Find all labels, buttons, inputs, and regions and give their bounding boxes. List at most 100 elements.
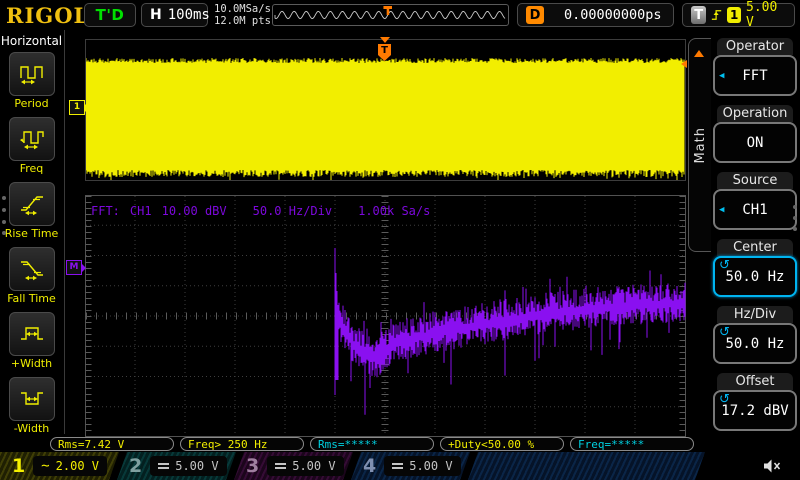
rising-edge-icon — [711, 7, 722, 23]
rigol-logo: RIGOL — [6, 3, 89, 28]
channel-1-block[interactable]: 1 ∼ 2.00 V — [0, 452, 119, 480]
dc-coupling-icon — [392, 463, 403, 469]
left-menu-item-rise-time[interactable]: Rise Time — [0, 182, 63, 240]
knob-icon: ↺ — [719, 325, 730, 340]
math-menu-tab[interactable]: Math — [688, 38, 711, 252]
menu-item-label: Hz/Div — [717, 306, 793, 323]
channel-2-number: 2 — [129, 455, 142, 477]
channel-3-scale: 5.00 V — [292, 459, 335, 473]
menu-item-label: Operation — [717, 105, 793, 122]
channel-4-block[interactable]: 4 5.00 V — [351, 452, 470, 480]
trigger-source-badge: 1 — [727, 7, 741, 23]
trigger-position-arrow-icon — [380, 37, 390, 43]
left-page-dot — [2, 196, 6, 200]
channel-3-block[interactable]: 3 5.00 V — [234, 452, 353, 480]
menu-item-offset[interactable]: Offset ↺ 17.2 dBV — [713, 373, 797, 431]
delay-value: 0.00000000ps — [564, 7, 662, 23]
math-tab-label: Math — [693, 127, 708, 164]
menu-item-operator[interactable]: Operator ◀ FFT — [713, 38, 797, 96]
oscilloscope-screen: RIGOL T'D H 100ms 10.0MSa/s 12.0M pts D … — [0, 0, 800, 480]
waveform-preview[interactable] — [272, 4, 509, 26]
menu-page-arrow-icon — [694, 50, 704, 57]
math-level-marker[interactable]: M — [66, 260, 82, 275]
submenu-arrow-icon: ◀ — [719, 71, 724, 81]
trigger-box[interactable]: T 1 5.00 V — [682, 3, 795, 27]
dc-coupling-icon — [158, 463, 169, 469]
knob-icon: ↺ — [719, 392, 730, 407]
ac-coupling-icon: ∼ — [41, 461, 49, 471]
trigger-flag-icon: T — [378, 44, 391, 61]
minus-width-icon — [19, 387, 45, 411]
menu-item-label: Source — [717, 172, 793, 189]
horizontal-timebase-box[interactable]: H 100ms — [141, 3, 208, 27]
ch1-trace — [86, 40, 685, 180]
measurement-3: +Duty<50.00 % — [440, 437, 564, 451]
menu-item-value: FFT — [742, 68, 767, 84]
plus-width-icon — [19, 322, 45, 346]
fft-horizontal-scale: 50.0 Hz/Div — [253, 204, 332, 218]
fft-vertical-scale: 10.00 dBV — [162, 204, 227, 218]
channel-4-settings: 5.00 V — [384, 456, 460, 476]
left-menu-item-freq[interactable]: Freq — [0, 117, 63, 175]
menu-item-value: 50.0 Hz — [725, 269, 784, 285]
fft-source: CH1 — [130, 204, 152, 218]
menu-item-hzdiv[interactable]: Hz/Div ↺ 50.0 Hz — [713, 306, 797, 364]
right-page-dot — [793, 216, 797, 220]
channel-2-scale: 5.00 V — [175, 459, 218, 473]
delay-box[interactable]: D 0.00000000ps — [517, 3, 674, 27]
submenu-arrow-icon: ◀ — [719, 205, 724, 215]
fft-window: FFT: CH1 10.00 dBV 50.0 Hz/Div 1.00k Sa/… — [85, 195, 686, 437]
menu-item-operation[interactable]: Operation ON — [713, 105, 797, 163]
left-menu-item-label: Freq — [0, 162, 63, 175]
memory-depth-value: 12.0M pts — [214, 15, 271, 27]
left-menu-item-label: Period — [0, 97, 63, 110]
left-menu-item-label: Fall Time — [0, 292, 63, 305]
left-page-dot — [2, 220, 6, 224]
fft-trace — [85, 195, 686, 437]
trigger-level-arrow-icon — [681, 60, 687, 68]
menu-item-source[interactable]: Source ◀ CH1 — [713, 172, 797, 230]
channel-1-number: 1 — [12, 455, 25, 477]
speaker-muted-icon — [762, 457, 782, 475]
menu-item-label: Operator — [717, 38, 793, 55]
fft-sample-rate: 1.00k Sa/s — [358, 204, 430, 218]
trigger-position-flag[interactable]: T — [378, 37, 391, 61]
right-page-dot — [793, 227, 797, 231]
menu-item-value: 50.0 Hz — [725, 336, 784, 352]
left-menu-item-plus-width[interactable]: +Width — [0, 312, 63, 370]
measurement-2: Rms=***** — [310, 437, 434, 451]
menu-item-label: Center — [717, 239, 793, 256]
right-page-dot — [793, 205, 797, 209]
math-marker-label: M — [70, 262, 79, 272]
channel-1-scale: 2.00 V — [56, 459, 99, 473]
channel-4-number: 4 — [363, 455, 376, 477]
channel-4-scale: 5.00 V — [409, 459, 452, 473]
sound-block[interactable] — [703, 452, 800, 480]
ch1-level-marker[interactable]: 1 — [69, 100, 85, 115]
left-menu-item-label: +Width — [0, 357, 63, 370]
left-menu-item-label: -Width — [0, 422, 63, 435]
menu-item-label: Offset — [717, 373, 793, 390]
rise-time-icon — [19, 192, 45, 216]
ch1-marker-label: 1 — [74, 102, 80, 112]
measurement-0: Rms=7.42 V — [50, 437, 174, 451]
h-label: H — [150, 7, 162, 23]
left-menu-item-minus-width[interactable]: -Width — [0, 377, 63, 435]
period-icon — [19, 62, 45, 86]
left-page-dot — [2, 208, 6, 212]
trigger-level-value: 5.00 V — [746, 0, 786, 30]
channel-3-number: 3 — [246, 455, 259, 477]
timebase-value: 100ms — [168, 7, 210, 23]
dc-coupling-icon — [275, 463, 286, 469]
fall-time-icon — [19, 257, 45, 281]
menu-item-center[interactable]: Center ↺ 50.0 Hz — [713, 239, 797, 297]
freq-icon — [19, 127, 45, 151]
left-menu-item-period[interactable]: Period — [0, 52, 63, 110]
top-status-bar: RIGOL T'D H 100ms 10.0MSa/s 12.0M pts D … — [0, 0, 800, 30]
channel-2-block[interactable]: 2 5.00 V — [117, 452, 236, 480]
acquisition-info: 10.0MSa/s 12.0M pts — [214, 3, 271, 27]
left-menu-item-label: Rise Time — [0, 227, 63, 240]
math-menu-panel: Operator ◀ FFT Operation ON Source ◀ CH1… — [712, 32, 800, 460]
left-menu-item-fall-time[interactable]: Fall Time — [0, 247, 63, 305]
channel-2-settings: 5.00 V — [150, 456, 226, 476]
